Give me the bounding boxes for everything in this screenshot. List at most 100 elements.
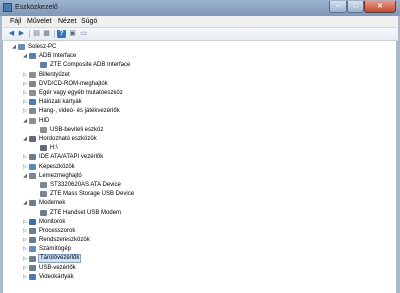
tree-node-label: Monitorok (39, 218, 66, 225)
expand-toggle-icon[interactable]: ◢ (11, 43, 17, 51)
expand-toggle-icon[interactable]: ◢ (22, 117, 28, 125)
tree-node-label: HID (39, 117, 50, 124)
tree-node-label: USB-vezérlők (39, 264, 76, 271)
device-manager-window: Eszközkezelő – □ ✕ Fájl Művelet Nézet Sú… (0, 0, 400, 293)
adb-icon (29, 53, 36, 60)
expand-toggle-icon[interactable]: ▷ (22, 71, 28, 79)
expand-toggle-icon[interactable]: ▷ (22, 89, 28, 97)
expand-toggle-icon[interactable]: ▷ (22, 98, 28, 106)
tree-node-label: Hálózati kártyák (39, 99, 82, 106)
tree-node-computer[interactable]: ◢ Solesz-PC (11, 43, 391, 51)
tree-node-monitor[interactable]: ▷ Monitorok (22, 218, 391, 226)
tree-node-modem[interactable]: ◢ Modemek (22, 199, 391, 207)
properties-icon[interactable]: ▤ (32, 30, 41, 38)
tree-node-adb[interactable]: ◢ ADB Interface (22, 52, 391, 60)
device-list-icon[interactable]: ▦ (42, 30, 51, 38)
tree-node-hard-disk[interactable]: ST3320620AS ATA Device (33, 181, 391, 189)
tree-node-label: Hordozható eszközök (39, 136, 97, 142)
expand-toggle-icon[interactable]: ◢ (22, 52, 28, 60)
tree-node-label: Rendszereszközök (39, 237, 90, 244)
view-icon[interactable]: ▣ (68, 30, 77, 38)
tree-node-computer[interactable]: ▷ Számítógép (22, 245, 391, 253)
computer-icon (29, 246, 36, 253)
help-icon[interactable]: ? (57, 30, 66, 38)
usb-storage-icon (40, 191, 47, 198)
monitor-icon (29, 218, 36, 225)
expand-toggle-icon[interactable]: ▷ (22, 255, 28, 263)
hid-icon (29, 117, 36, 124)
expand-toggle-icon[interactable]: ▷ (22, 163, 28, 171)
tree-node-label: Modemek (39, 200, 66, 207)
expand-toggle-icon[interactable]: ◢ (22, 135, 28, 143)
usb-modem-icon (40, 209, 47, 216)
tree-node-label: USB-beviteli eszköz (50, 126, 104, 133)
menu-file[interactable]: Fájl (10, 17, 21, 26)
close-icon: ✕ (377, 3, 383, 10)
tree-node-portable-device[interactable]: ◢ Hordozható eszközök (22, 135, 391, 143)
title-bar[interactable]: Eszközkezelő – □ ✕ (0, 0, 400, 16)
tree-node-label: Képeszközök (39, 163, 75, 170)
tree-node-hid[interactable]: ◢ HID (22, 117, 391, 125)
tree-node-keyboard[interactable]: ▷ Billentyűzet (22, 71, 391, 79)
expand-toggle-icon[interactable]: ▷ (22, 273, 28, 281)
tree-node-label: Lemezmeghajtó (39, 172, 82, 179)
tree-node-label: Videokártyák (39, 274, 74, 280)
menu-help[interactable]: Súgó (81, 17, 97, 26)
sound-icon (29, 108, 36, 115)
tree-node-label: Számítógép (39, 246, 72, 253)
back-arrow-icon[interactable]: ◀ (7, 30, 16, 38)
maximize-button[interactable]: □ (347, 1, 364, 13)
expand-toggle-icon[interactable]: ▷ (22, 107, 28, 115)
disk-drive-icon (29, 172, 36, 179)
tree-node-mouse[interactable]: ▷ Egér vagy egyéb mutatóeszköz (22, 89, 391, 97)
keyboard-icon (29, 71, 36, 78)
tree-node-processor[interactable]: ▷ Processzorok (22, 227, 391, 235)
mouse-icon (29, 90, 36, 96)
tree-node-usb-storage[interactable]: ZTE Mass Storage USB Device (33, 190, 391, 198)
tree-node-usb-controller[interactable]: ▷ USB-vezérlők (22, 264, 391, 272)
expand-toggle-icon[interactable]: ▷ (22, 80, 28, 88)
tree-node-label: Billentyűzet (39, 71, 70, 78)
tree-node-imaging-device[interactable]: ▷ Képeszközök (22, 163, 391, 171)
tree-node-label: ADB Interface (39, 53, 77, 60)
toolbar: ◀ ▶ ▤ ▦ ? ▣ ▭ (2, 28, 398, 41)
dvd-drive-icon (29, 80, 36, 87)
tree-node-sound[interactable]: ▷ Hang-, videó- és játékvezérlők (22, 107, 391, 115)
tree-node-network-adapter[interactable]: ▷ Hálózati kártyák (22, 98, 391, 106)
tree-node-adb-device[interactable]: ZTE Composite ADB Interface (33, 61, 391, 69)
forward-arrow-icon[interactable]: ▶ (17, 30, 26, 38)
portable-device-icon (29, 136, 36, 142)
tree-node-disk-drive[interactable]: ◢ Lemezmeghajtó (22, 172, 391, 180)
expand-toggle-icon[interactable]: ▷ (22, 264, 28, 272)
tree-node-ide-controller[interactable]: ▷ IDE ATA/ATAPI vezérlők (22, 153, 391, 161)
menu-action[interactable]: Művelet (27, 17, 52, 26)
expand-toggle-icon[interactable]: ▷ (22, 245, 28, 253)
device-tree[interactable]: ◢ Solesz-PC ◢ ADB Interface ZTE Composite AD… (3, 41, 396, 293)
monitor-icon[interactable]: ▭ (79, 30, 88, 38)
tree-node-display-adapter[interactable]: ▷ Videokártyák (22, 273, 391, 281)
menu-view[interactable]: Nézet (58, 17, 76, 26)
maximize-icon: □ (353, 3, 358, 10)
hard-disk-icon (40, 182, 47, 188)
expand-toggle-icon[interactable]: ▷ (22, 218, 28, 226)
tree-node-storage-controller[interactable]: ▷ Tárolóvezérlők (22, 253, 391, 263)
tree-node-dvd-drive[interactable]: ▷ DVD/CD-ROM-meghajtók (22, 80, 391, 88)
tree-node-usb-input[interactable]: USB-beviteli eszköz (33, 126, 391, 134)
expand-toggle-icon[interactable]: ▷ (22, 153, 28, 161)
expand-toggle-icon[interactable]: ▷ (22, 236, 28, 244)
tree-node-drive[interactable]: H:\ (33, 144, 391, 152)
device-manager-icon (3, 3, 12, 12)
expand-toggle-icon[interactable]: ▷ (22, 227, 28, 235)
tree-node-system-devices[interactable]: ▷ Rendszereszközök (22, 236, 391, 244)
tree-node-label: ZTE Handset USB Modem (50, 209, 122, 216)
tree-node-label: IDE ATA/ATAPI vezérlők (39, 154, 104, 161)
minimize-button[interactable]: – (329, 1, 347, 13)
display-adapter-icon (29, 274, 36, 280)
tree-node-usb-modem[interactable]: ZTE Handset USB Modem (33, 209, 391, 217)
expand-toggle-icon[interactable]: ◢ (22, 172, 28, 180)
expand-toggle-icon[interactable]: ◢ (22, 199, 28, 207)
close-button[interactable]: ✕ (364, 1, 396, 13)
